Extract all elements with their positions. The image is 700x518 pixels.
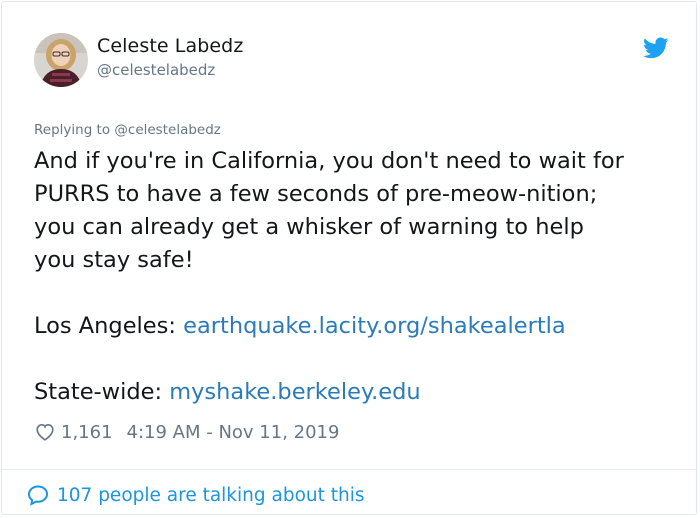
- tweet-text: And if you're in California, you don't n…: [34, 145, 674, 409]
- tweet-line: you can already get a whisker of warning…: [34, 214, 584, 240]
- la-label: Los Angeles:: [34, 313, 176, 339]
- conversation-link[interactable]: 107 people are talking about this: [26, 483, 365, 507]
- tweet-card: Celeste Labedz @celestelabedz Replying t…: [1, 1, 697, 515]
- tweet-line: PURRS to have a few seconds of pre-meow-…: [34, 181, 598, 207]
- avatar[interactable]: [34, 33, 88, 87]
- conversation-label[interactable]: 107 people are talking about this: [57, 485, 365, 506]
- state-label: State-wide:: [34, 379, 163, 405]
- speech-bubble-icon: [27, 485, 49, 506]
- state-line: State-wide: myshake.berkeley.edu: [34, 376, 674, 409]
- timestamp[interactable]: 4:19 AM - Nov 11, 2019: [127, 422, 340, 443]
- like-count[interactable]: 1,161: [61, 422, 113, 443]
- la-link[interactable]: earthquake.lacity.org/shakealertla: [183, 313, 566, 339]
- user-handle[interactable]: @celestelabedz: [97, 61, 215, 79]
- heart-icon[interactable]: [34, 421, 56, 443]
- divider: [2, 469, 696, 470]
- tweet-meta: 1,161 4:19 AM - Nov 11, 2019: [34, 420, 339, 444]
- display-name[interactable]: Celeste Labedz: [97, 35, 243, 57]
- state-link[interactable]: myshake.berkeley.edu: [169, 379, 420, 405]
- replying-to[interactable]: Replying to @celestelabedz: [34, 122, 221, 138]
- tweet-line: And if you're in California, you don't n…: [34, 148, 624, 174]
- twitter-bird-icon[interactable]: [643, 35, 669, 61]
- la-line: Los Angeles: earthquake.lacity.org/shake…: [34, 310, 674, 343]
- tweet-line: you stay safe!: [34, 247, 194, 273]
